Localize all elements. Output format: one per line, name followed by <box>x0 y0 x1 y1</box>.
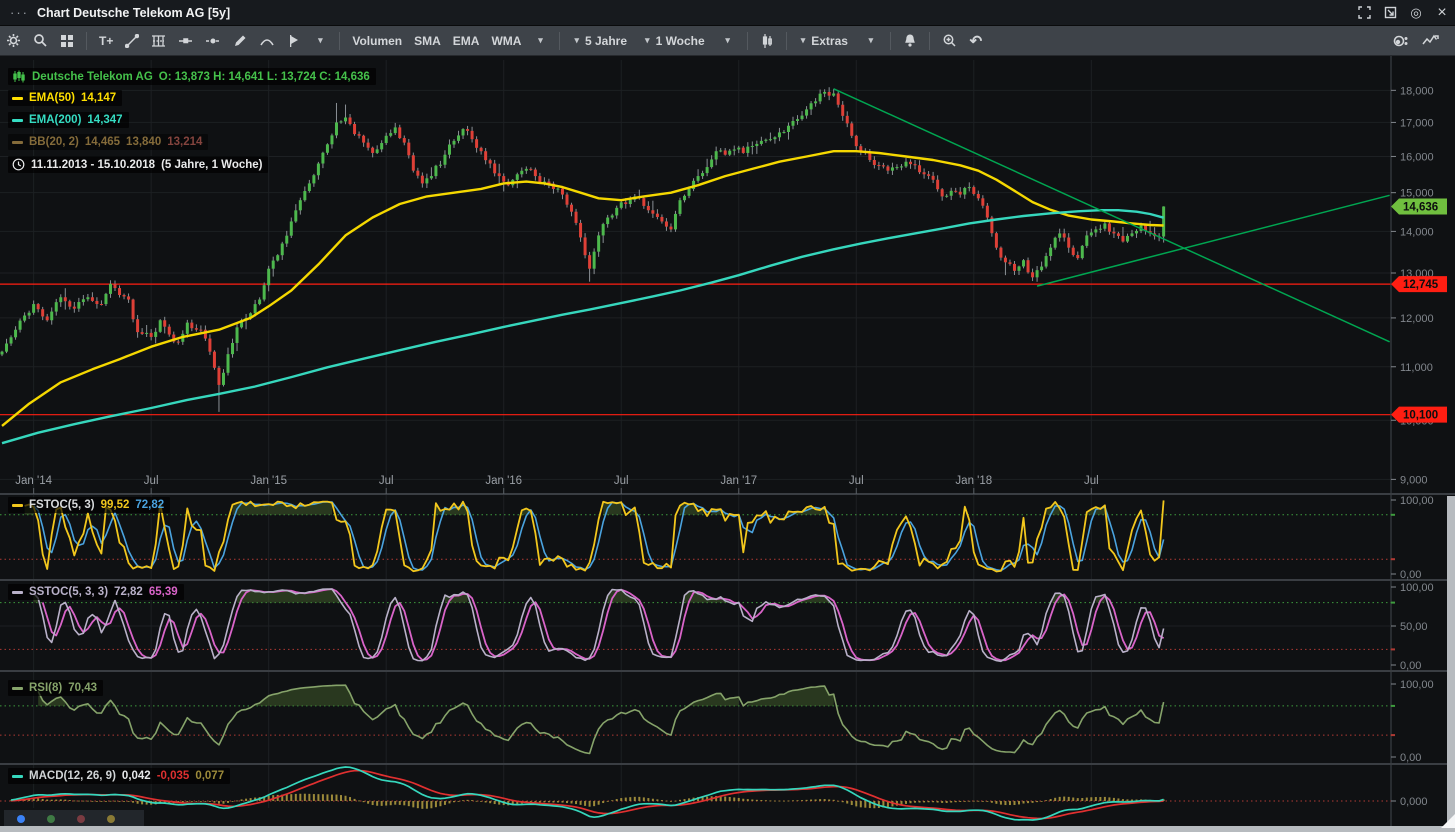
trendline-tool-button[interactable] <box>120 29 144 53</box>
indicator-dropdown[interactable]: ▾ <box>528 29 552 53</box>
search-button[interactable] <box>28 29 53 53</box>
vertical-scrollbar[interactable] <box>1447 496 1455 826</box>
alert-button[interactable] <box>898 29 922 53</box>
chart-canvas[interactable]: 18,00017,00016,00015,00014,00013,00012,0… <box>0 56 1455 832</box>
trading-app-window: { "window": { "menu_dots": "\u00b7\u00b7… <box>0 0 1455 832</box>
svg-text:Jan '18: Jan '18 <box>955 475 992 487</box>
svg-text:12,745: 12,745 <box>1403 279 1439 291</box>
chart-area: 18,00017,00016,00015,00014,00013,00012,0… <box>0 56 1455 832</box>
zoom-button[interactable] <box>937 29 962 53</box>
svg-text:Jul: Jul <box>849 475 864 487</box>
draw-tool-button[interactable] <box>228 29 252 53</box>
text-tool-button[interactable]: T+ <box>94 29 118 53</box>
page-dot-2[interactable] <box>47 815 55 823</box>
svg-text:15,000: 15,000 <box>1400 188 1434 200</box>
arc-tool-button[interactable] <box>254 29 280 53</box>
window-menu-icon[interactable]: ··· <box>0 5 37 20</box>
popout-window-icon[interactable] <box>1377 3 1403 23</box>
svg-text:10,100: 10,100 <box>1403 410 1438 422</box>
interval-label: 1 Woche <box>652 34 709 48</box>
svg-text:18,000: 18,000 <box>1400 85 1434 97</box>
compare-button[interactable] <box>1387 29 1415 53</box>
svg-text:14,636: 14,636 <box>1403 201 1438 213</box>
chevron-down-icon: ▾ <box>572 35 581 46</box>
sma-button[interactable]: SMA <box>409 29 446 53</box>
layout-button[interactable] <box>55 29 79 53</box>
svg-text:Jul: Jul <box>1084 475 1099 487</box>
svg-text:Jan '15: Jan '15 <box>250 475 287 487</box>
price-marker: 14,636 <box>1391 198 1447 214</box>
wma-button[interactable]: WMA <box>486 29 526 53</box>
chart-style-button[interactable] <box>1417 29 1445 53</box>
settings-button[interactable] <box>1 29 26 53</box>
window-title: Chart Deutsche Telekom AG [5y] <box>37 6 230 20</box>
chevron-down-icon: ▾ <box>536 35 545 46</box>
svg-text:100,00: 100,00 <box>1400 582 1434 594</box>
svg-text:16,000: 16,000 <box>1400 151 1434 163</box>
svg-text:14,000: 14,000 <box>1400 226 1434 238</box>
svg-text:Jan '16: Jan '16 <box>485 475 522 487</box>
chevron-down-icon: ▾ <box>316 35 325 46</box>
extras-label: Extras <box>807 34 852 48</box>
chart-type-button[interactable] <box>755 29 779 53</box>
range-label: 5 Jahre <box>581 34 631 48</box>
svg-text:100,00: 100,00 <box>1400 679 1434 691</box>
svg-text:Jul: Jul <box>144 475 159 487</box>
hline-tool-button[interactable] <box>173 29 198 53</box>
chevron-down-icon: ▾ <box>643 35 652 46</box>
svg-text:9,000: 9,000 <box>1400 474 1428 486</box>
svg-text:50,00: 50,00 <box>1400 621 1428 633</box>
chevron-down-icon: ▾ <box>867 35 876 46</box>
fibonacci-tool-button[interactable] <box>146 29 171 53</box>
page-dot-4[interactable] <box>107 815 115 823</box>
fullscreen-icon[interactable] <box>1351 3 1377 23</box>
svg-text:Jan '14: Jan '14 <box>15 475 52 487</box>
price-marker: 12,745 <box>1391 276 1447 292</box>
resize-grip-icon[interactable] <box>1441 814 1455 828</box>
chevron-down-icon: ▾ <box>723 35 732 46</box>
record-icon[interactable]: ◎ <box>1403 3 1429 23</box>
svg-text:0,00: 0,00 <box>1400 660 1421 672</box>
range-dropdown[interactable]: ▾ 5 Jahre <box>567 29 636 53</box>
svg-text:Jan '17: Jan '17 <box>720 475 757 487</box>
page-dot-1[interactable] <box>17 815 25 823</box>
tools-dropdown[interactable]: ▾ <box>308 29 332 53</box>
dashline-tool-button[interactable] <box>200 29 226 53</box>
page-indicator <box>4 810 144 827</box>
svg-text:0,00: 0,00 <box>1400 752 1421 764</box>
interval-dropdown[interactable]: ▾ 1 Woche <box>638 29 714 53</box>
extras-more-dropdown[interactable]: ▾ <box>859 29 883 53</box>
svg-text:11,000: 11,000 <box>1400 362 1433 374</box>
chart-toolbar: T+ <box>0 26 1455 56</box>
svg-text:0,000: 0,000 <box>1400 796 1428 808</box>
svg-text:100,00: 100,00 <box>1400 495 1434 507</box>
flag-tool-button[interactable] <box>282 29 306 53</box>
extras-dropdown[interactable]: ▾ Extras <box>794 29 857 53</box>
ema-button[interactable]: EMA <box>448 29 485 53</box>
price-marker: 10,100 <box>1391 407 1447 423</box>
undo-button[interactable]: ↶ <box>964 29 988 53</box>
svg-text:0,00: 0,00 <box>1400 569 1421 581</box>
svg-text:Jul: Jul <box>614 475 629 487</box>
chevron-down-icon: ▾ <box>799 35 808 46</box>
svg-text:12,000: 12,000 <box>1400 313 1434 325</box>
window-resize-bar[interactable] <box>0 826 1455 832</box>
interval-more-dropdown[interactable]: ▾ <box>716 29 740 53</box>
svg-text:17,000: 17,000 <box>1400 117 1434 129</box>
window-titlebar: ··· Chart Deutsche Telekom AG [5y] ◎ × <box>0 0 1455 26</box>
close-icon[interactable]: × <box>1429 3 1455 23</box>
volumen-button[interactable]: Volumen <box>347 29 407 53</box>
svg-text:Jul: Jul <box>379 475 394 487</box>
page-dot-3[interactable] <box>77 815 85 823</box>
